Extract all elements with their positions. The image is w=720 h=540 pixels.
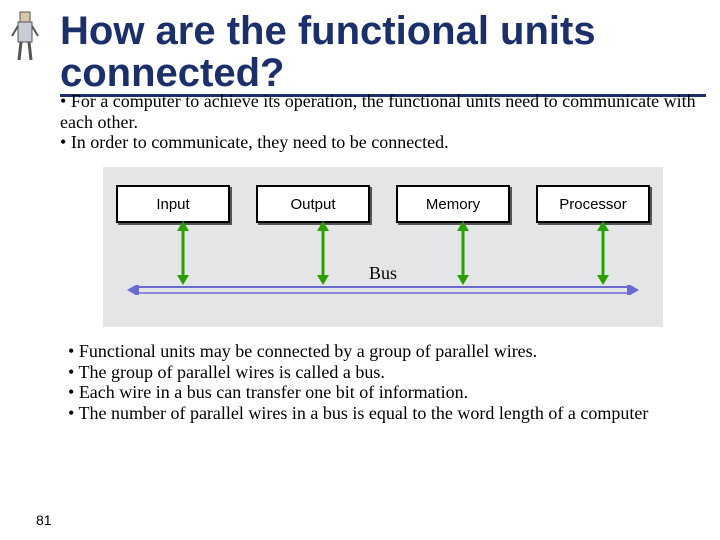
outro-bullet: The group of parallel wires is called a …	[68, 362, 706, 383]
bus-label: Bus	[103, 263, 663, 284]
slide: How are the functional units connected? …	[0, 0, 720, 540]
bus-diagram: Input Output Memory Processor Bus	[103, 167, 663, 327]
robot-figure-icon	[10, 10, 40, 70]
unit-output: Output	[256, 185, 370, 223]
slide-title: How are the functional units connected?	[60, 10, 706, 97]
bus-bar-icon	[127, 285, 639, 295]
unit-processor: Processor	[536, 185, 650, 223]
units-row: Input Output Memory Processor	[103, 185, 663, 223]
outro-bullet: The number of parallel wires in a bus is…	[68, 403, 706, 424]
unit-memory: Memory	[396, 185, 510, 223]
intro-bullet: In order to communicate, they need to be…	[60, 132, 706, 153]
outro-bullet: Functional units may be connected by a g…	[68, 341, 706, 362]
outro-bullet: Each wire in a bus can transfer one bit …	[68, 382, 706, 403]
unit-input: Input	[116, 185, 230, 223]
intro-bullet: For a computer to achieve its operation,…	[60, 91, 706, 132]
page-number: 81	[36, 512, 52, 528]
intro-text: For a computer to achieve its operation,…	[60, 91, 706, 153]
outro-text: Functional units may be connected by a g…	[60, 341, 706, 424]
